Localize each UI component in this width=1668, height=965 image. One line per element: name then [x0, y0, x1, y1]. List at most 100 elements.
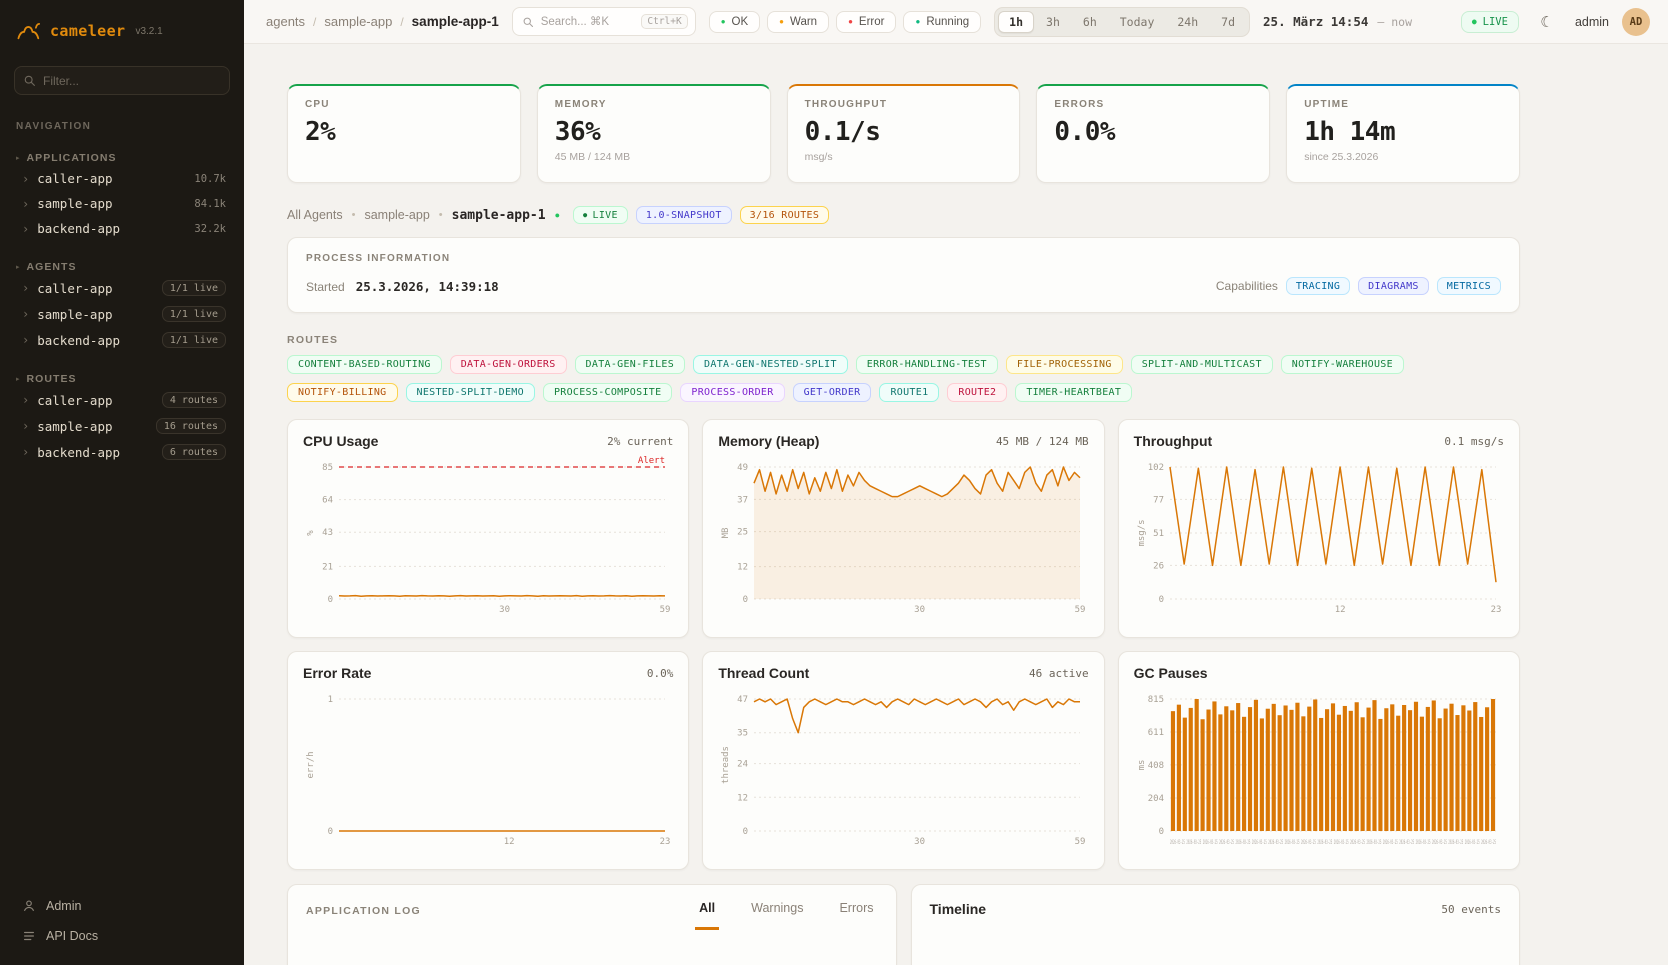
sidebar-item-sample-app[interactable]: ›sample-app84.1k: [14, 191, 230, 216]
time-range-6h[interactable]: 6h: [1072, 11, 1108, 33]
route-chip-error-handling-test[interactable]: ERROR-HANDLING-TEST: [856, 355, 998, 374]
global-search-input[interactable]: [541, 16, 635, 28]
route-chip-notify-warehouse[interactable]: NOTIFY-WAREHOUSE: [1281, 355, 1404, 374]
svg-text:%: %: [306, 530, 316, 536]
live-dot-icon: ●: [1472, 17, 1477, 26]
sidebar-group-header-applications[interactable]: ▸APPLICATIONS: [14, 150, 230, 166]
breadcrumb-item-sample-app[interactable]: sample-app: [324, 14, 392, 29]
agent-badges: ●LIVE1.0-SNAPSHOT3/16 ROUTES: [573, 206, 829, 224]
chevron-right-icon: ›: [22, 281, 29, 295]
app-version: v3.2.1: [135, 26, 162, 37]
chart-value-label: 2% current: [607, 435, 673, 448]
time-range-display[interactable]: 25. März 14:54 — now: [1263, 14, 1412, 29]
chart-canvas: 021436485%3059Alert: [303, 455, 673, 615]
route-chip-data-gen-orders[interactable]: DATA-GEN-ORDERS: [450, 355, 567, 374]
sidebar-group-applications: ▸APPLICATIONS›caller-app10.7k›sample-app…: [14, 150, 230, 241]
live-toggle[interactable]: ● LIVE: [1461, 11, 1519, 33]
chevron-right-icon: ›: [22, 197, 29, 211]
sidebar-item-api-docs[interactable]: API Docs: [14, 921, 230, 951]
sidebar-item-backend-app[interactable]: ›backend-app6 routes: [14, 439, 230, 465]
time-range-selector: 1h3h6hToday24h7d: [994, 7, 1250, 37]
svg-text:msg/s: msg/s: [1137, 519, 1147, 546]
sidebar-item-backend-app[interactable]: ›backend-app1/1 live: [14, 327, 230, 353]
sidebar-item-caller-app[interactable]: ›caller-app1/1 live: [14, 275, 230, 301]
route-chip-process-order[interactable]: PROCESS-ORDER: [680, 383, 784, 402]
svg-text:12: 12: [737, 793, 748, 803]
status-filter-running[interactable]: ●Running: [903, 11, 981, 33]
time-range-24h[interactable]: 24h: [1166, 11, 1209, 33]
sidebar-filter-input[interactable]: [14, 66, 230, 95]
theme-toggle[interactable]: ☾: [1532, 7, 1562, 37]
item-count-badge: 10.7k: [194, 173, 226, 185]
route-chip-get-order[interactable]: GET-ORDER: [793, 383, 872, 402]
route-chip-notify-billing[interactable]: NOTIFY-BILLING: [287, 383, 398, 402]
time-range-1h[interactable]: 1h: [998, 11, 1034, 33]
sidebar: cameleer v3.2.1 NAVIGATION ▸APPLICATIONS…: [0, 0, 244, 965]
stat-sub: 45 MB / 124 MB: [555, 151, 753, 163]
datetime-value: 25. März 14:54: [1263, 14, 1368, 29]
status-filter-ok[interactable]: ●OK: [709, 11, 760, 33]
route-chip-nested-split-demo[interactable]: NESTED-SPLIT-DEMO: [406, 383, 535, 402]
sidebar-item-admin[interactable]: Admin: [14, 891, 230, 921]
route-chip-data-gen-files[interactable]: DATA-GEN-FILES: [575, 355, 686, 374]
user-menu[interactable]: admin: [1575, 15, 1609, 29]
chevron-right-icon: ›: [22, 333, 29, 347]
time-range-7d[interactable]: 7d: [1210, 11, 1246, 33]
svg-text:24: 24: [737, 760, 748, 770]
breadcrumb-item-sample-app-1[interactable]: sample-app-1: [412, 14, 499, 29]
stat-label: THROUGHPUT: [805, 99, 1003, 110]
agent-crumb-sample-app-1[interactable]: sample-app-1: [452, 208, 546, 223]
avatar[interactable]: AD: [1622, 8, 1650, 36]
svg-text:23: 23: [1490, 605, 1501, 615]
datetime-suffix: — now: [1377, 15, 1412, 29]
sidebar-item-caller-app[interactable]: ›caller-app10.7k: [14, 166, 230, 191]
time-range-today[interactable]: Today: [1109, 11, 1166, 33]
breadcrumb-separator: /: [313, 15, 316, 29]
sidebar-item-caller-app[interactable]: ›caller-app4 routes: [14, 387, 230, 413]
agent-badge-3-16-routes: 3/16 ROUTES: [740, 206, 830, 224]
sidebar-group-header-agents[interactable]: ▸AGENTS: [14, 259, 230, 275]
chart-title: Error Rate: [303, 665, 371, 681]
chart-card-gc-pauses: GC Pauses0204408611815ms2026-03-25 2026-…: [1118, 651, 1520, 870]
sidebar-item-sample-app[interactable]: ›sample-app16 routes: [14, 413, 230, 439]
sidebar-item-sample-app[interactable]: ›sample-app1/1 live: [14, 301, 230, 327]
agent-crumb-all-agents[interactable]: All Agents: [287, 208, 343, 222]
chart-canvas: 012243547threads3059: [718, 687, 1088, 847]
status-filter-warn[interactable]: ●Warn: [767, 11, 829, 33]
sidebar-filter: [14, 66, 230, 95]
chart-card-throughput: Throughput0.1 msg/s0265177102msg/s1223: [1118, 419, 1520, 638]
caret-icon: ▸: [16, 263, 20, 271]
sidebar-item-backend-app[interactable]: ›backend-app32.2k: [14, 216, 230, 241]
log-tab-errors[interactable]: Errors: [835, 901, 877, 930]
application-log-card: APPLICATION LOG AllWarningsErrors: [287, 884, 897, 965]
chevron-right-icon: ›: [22, 419, 29, 433]
main-area: agents/sample-app/sample-app-1 Ctrl+K ●O…: [244, 0, 1668, 965]
sidebar-group-header-routes[interactable]: ▸ROUTES: [14, 371, 230, 387]
user-icon: [22, 899, 36, 913]
caret-icon: ▸: [16, 375, 20, 383]
route-chip-content-based-routing[interactable]: CONTENT-BASED-ROUTING: [287, 355, 442, 374]
log-tab-warnings[interactable]: Warnings: [747, 901, 807, 930]
route-chip-process-composite[interactable]: PROCESS-COMPOSITE: [543, 383, 672, 402]
chart-title: GC Pauses: [1134, 665, 1208, 681]
svg-text:30: 30: [499, 605, 510, 615]
route-chip-route1[interactable]: ROUTE1: [879, 383, 939, 402]
global-search[interactable]: Ctrl+K: [512, 7, 696, 36]
route-chip-timer-heartbeat[interactable]: TIMER-HEARTBEAT: [1015, 383, 1132, 402]
route-chip-file-processing[interactable]: FILE-PROCESSING: [1006, 355, 1123, 374]
time-range-3h[interactable]: 3h: [1035, 11, 1071, 33]
agent-crumb-sample-app[interactable]: sample-app: [364, 208, 429, 222]
status-filter-error[interactable]: ●Error: [836, 11, 896, 33]
navigation-label: NAVIGATION: [16, 121, 228, 132]
log-tab-all[interactable]: All: [695, 901, 719, 930]
agent-breadcrumb-bar: All Agents•sample-app•sample-app-1● ●LIV…: [287, 206, 1520, 224]
svg-text:ms: ms: [1137, 760, 1147, 771]
stat-card-throughput: THROUGHPUT0.1/smsg/s: [787, 84, 1021, 183]
item-count-badge: 4 routes: [162, 392, 226, 408]
svg-text:12: 12: [737, 563, 748, 573]
route-chip-split-and-multicast[interactable]: SPLIT-AND-MULTICAST: [1131, 355, 1273, 374]
route-chip-route2[interactable]: ROUTE2: [947, 383, 1007, 402]
route-chip-data-gen-nested-split[interactable]: DATA-GEN-NESTED-SPLIT: [693, 355, 848, 374]
breadcrumb-item-agents[interactable]: agents: [266, 14, 305, 29]
svg-text:12: 12: [504, 837, 515, 847]
